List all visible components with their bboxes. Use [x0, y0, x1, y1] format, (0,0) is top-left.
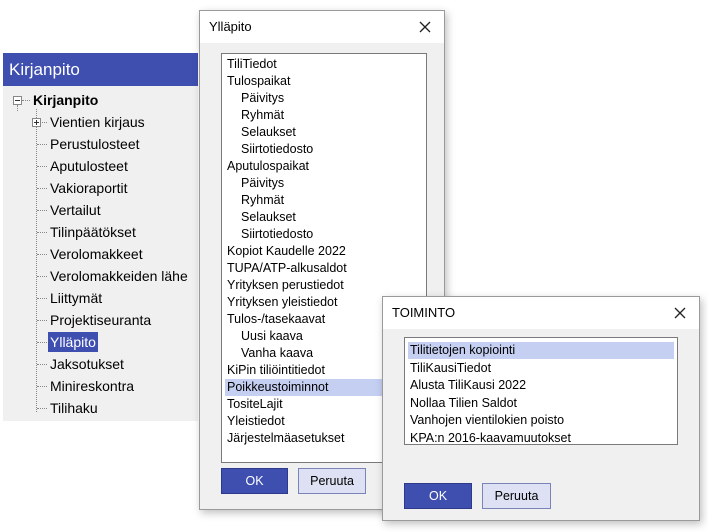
- list-item[interactable]: Selaukset: [225, 209, 423, 226]
- tree-connector-h: [37, 386, 47, 387]
- tree-connector-h: [37, 254, 47, 255]
- tree-connector-h: [37, 210, 47, 211]
- list-item[interactable]: Aputulospaikat: [225, 158, 423, 175]
- tree-item[interactable]: Ylläpito: [48, 332, 98, 352]
- list-item[interactable]: Yrityksen perustiedot: [225, 277, 423, 294]
- list-item[interactable]: Selaukset: [225, 124, 423, 141]
- tree-connector-h: [37, 166, 47, 167]
- tree-connector-h: [37, 364, 47, 365]
- list-item[interactable]: KPA:n 2016-kaavamuutokset: [408, 430, 674, 447]
- list-item[interactable]: Tilitietojen kopiointi: [408, 342, 674, 359]
- collapse-icon[interactable]: [13, 96, 22, 105]
- tree-connector-children: [36, 109, 37, 412]
- list-item[interactable]: Vanhojen vientilokien poisto: [408, 412, 674, 429]
- tree-connector-root: [17, 105, 18, 111]
- tree-item[interactable]: Jaksotukset: [48, 354, 126, 374]
- tree-connector-h: [37, 232, 47, 233]
- tree-connector-h: [37, 320, 47, 321]
- list-item[interactable]: TiliTiedot: [225, 56, 423, 73]
- expand-icon[interactable]: [32, 118, 41, 127]
- list-item[interactable]: Tulospaikat: [225, 73, 423, 90]
- tree-item[interactable]: Verolomakkeiden lähe: [48, 266, 190, 286]
- list-item[interactable]: Nollaa Tilien Saldot: [408, 395, 674, 412]
- tree-connector-h: [22, 100, 30, 101]
- tree-connector-h: [37, 144, 47, 145]
- tree-item[interactable]: Tilinpäätökset: [48, 222, 138, 242]
- list-item[interactable]: TiliKausiTiedot: [408, 360, 674, 377]
- list-item[interactable]: Ryhmät: [225, 107, 423, 124]
- tree-item[interactable]: Aputulosteet: [48, 156, 130, 176]
- tree-connector-h: [37, 298, 47, 299]
- tree-item[interactable]: Liittymät: [48, 288, 104, 308]
- list-item[interactable]: Päivitys: [225, 90, 423, 107]
- ok-button[interactable]: OK: [404, 483, 472, 509]
- tree-connector-h: [37, 276, 47, 277]
- tree-item[interactable]: Vientien kirjaus: [48, 112, 147, 132]
- tree-item[interactable]: Projektiseuranta: [48, 310, 153, 330]
- toiminto-listbox[interactable]: Tilitietojen kopiointi TiliKausiTiedot Alu…: [404, 337, 678, 445]
- tree-panel: Kirjanpito Kirjanpito Vientien kirjaus Pe…: [3, 53, 198, 421]
- list-item[interactable]: Siirtotiedosto: [225, 141, 423, 158]
- list-item[interactable]: Kopiot Kaudelle 2022: [225, 243, 423, 260]
- tree-item[interactable]: Vakioraportit: [48, 178, 130, 198]
- cancel-button[interactable]: Peruuta: [298, 468, 366, 494]
- tree-item[interactable]: Tilihaku: [48, 398, 100, 418]
- yllapito-dialog-title: Ylläpito: [200, 11, 444, 43]
- list-item[interactable]: Ryhmät: [225, 192, 423, 209]
- tree-connector-h: [37, 342, 47, 343]
- tree-item[interactable]: Perustulosteet: [48, 134, 142, 154]
- list-item[interactable]: Päivitys: [225, 175, 423, 192]
- tree-item[interactable]: Verolomakkeet: [48, 244, 145, 264]
- list-item[interactable]: Siirtotiedosto: [225, 226, 423, 243]
- tree-connector-h: [37, 188, 47, 189]
- close-icon[interactable]: [414, 16, 436, 38]
- close-icon[interactable]: [669, 302, 691, 324]
- toiminto-dialog: TOIMINTO Tilitietojen kopiointi TiliKausi…: [382, 296, 700, 521]
- list-item[interactable]: Alusta TiliKausi 2022: [408, 377, 674, 394]
- toiminto-dialog-title: TOIMINTO: [383, 297, 699, 329]
- tree-item[interactable]: Minireskontra: [48, 376, 136, 396]
- cancel-button[interactable]: Peruuta: [482, 483, 551, 509]
- tree-root-kirjanpito[interactable]: Kirjanpito: [31, 90, 100, 110]
- tree-connector-h: [37, 408, 47, 409]
- ok-button[interactable]: OK: [221, 468, 288, 494]
- tree-panel-header: Kirjanpito: [3, 53, 198, 86]
- list-item[interactable]: TUPA/ATP-alkusaldot: [225, 260, 423, 277]
- tree-item[interactable]: Vertailut: [48, 200, 103, 220]
